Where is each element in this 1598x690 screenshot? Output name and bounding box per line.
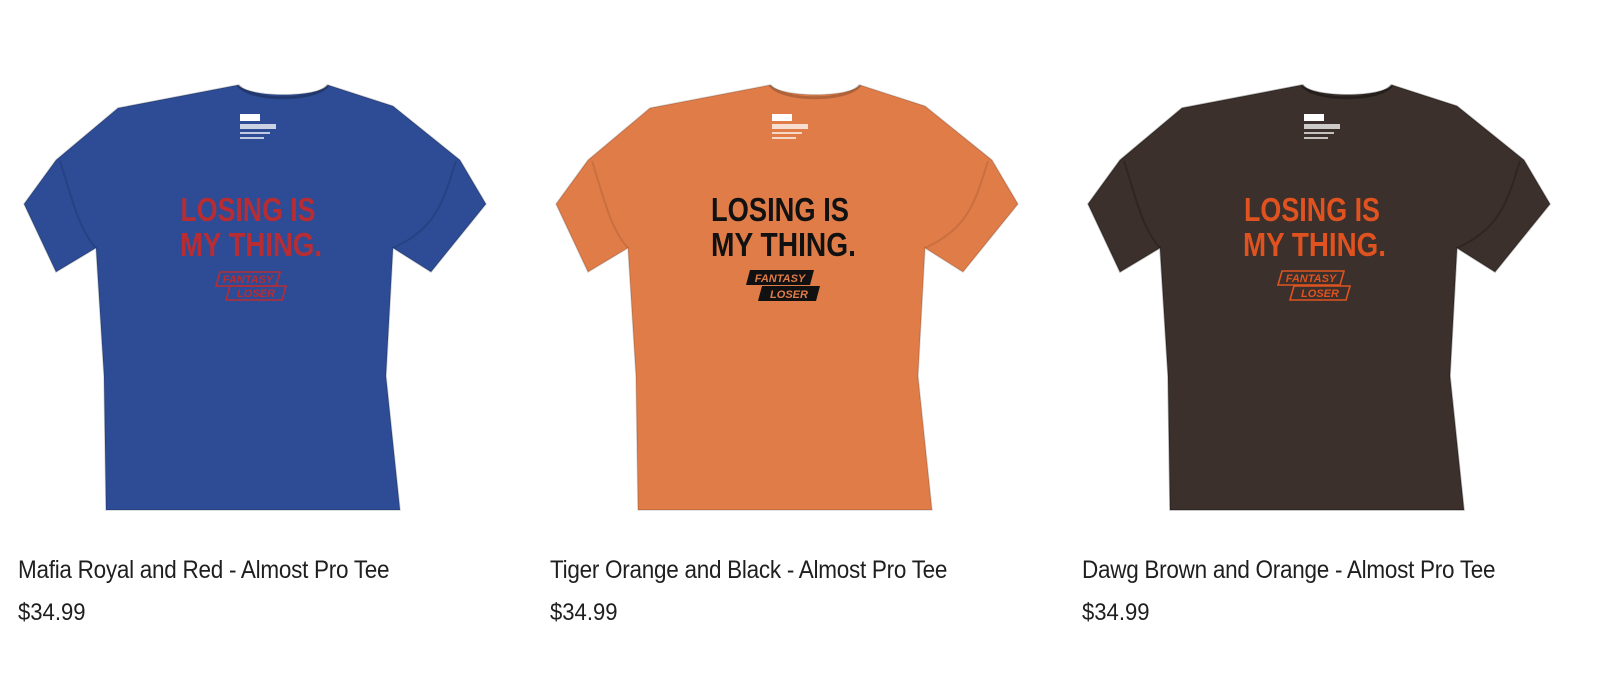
- product-title[interactable]: Tiger Orange and Black - Almost Pro Tee: [550, 555, 1009, 585]
- product-card[interactable]: LOSING IS MY THING. FANTASY LOSER Mafia …: [0, 58, 532, 658]
- product-image[interactable]: LOSING IS MY THING. FANTASY LOSER: [1082, 58, 1562, 528]
- logo-word-1: FANTASY: [755, 273, 807, 285]
- print-line-1: LOSING IS: [181, 191, 316, 228]
- logo-word-2: LOSER: [1301, 288, 1339, 300]
- print-line-2: MY THING.: [711, 226, 856, 263]
- product-card[interactable]: LOSING IS MY THING. FANTASY LOSER Dawg B…: [1064, 58, 1596, 658]
- print-line-1: LOSING IS: [1244, 191, 1380, 228]
- logo-word-1: FANTASY: [1286, 273, 1338, 285]
- print-line-2: MY THING.: [180, 226, 322, 263]
- logo-word-2: LOSER: [770, 289, 808, 301]
- product-grid: LOSING IS MY THING. FANTASY LOSER Mafia …: [0, 0, 1598, 690]
- logo-word-1: FANTASY: [223, 274, 275, 286]
- product-card[interactable]: LOSING IS MY THING. FANTASY LOSER Tiger …: [532, 58, 1064, 658]
- product-image[interactable]: LOSING IS MY THING. FANTASY LOSER: [18, 58, 498, 528]
- product-price: $34.99: [18, 599, 86, 626]
- product-title[interactable]: Dawg Brown and Orange - Almost Pro Tee: [1082, 555, 1541, 585]
- print-line-1: LOSING IS: [711, 191, 849, 228]
- logo-word-2: LOSER: [237, 288, 275, 300]
- product-image[interactable]: LOSING IS MY THING. FANTASY LOSER: [550, 58, 1030, 528]
- print-line-2: MY THING.: [1243, 226, 1386, 263]
- product-price: $34.99: [1082, 599, 1150, 626]
- product-title[interactable]: Mafia Royal and Red - Almost Pro Tee: [18, 555, 477, 585]
- product-price: $34.99: [550, 599, 618, 626]
